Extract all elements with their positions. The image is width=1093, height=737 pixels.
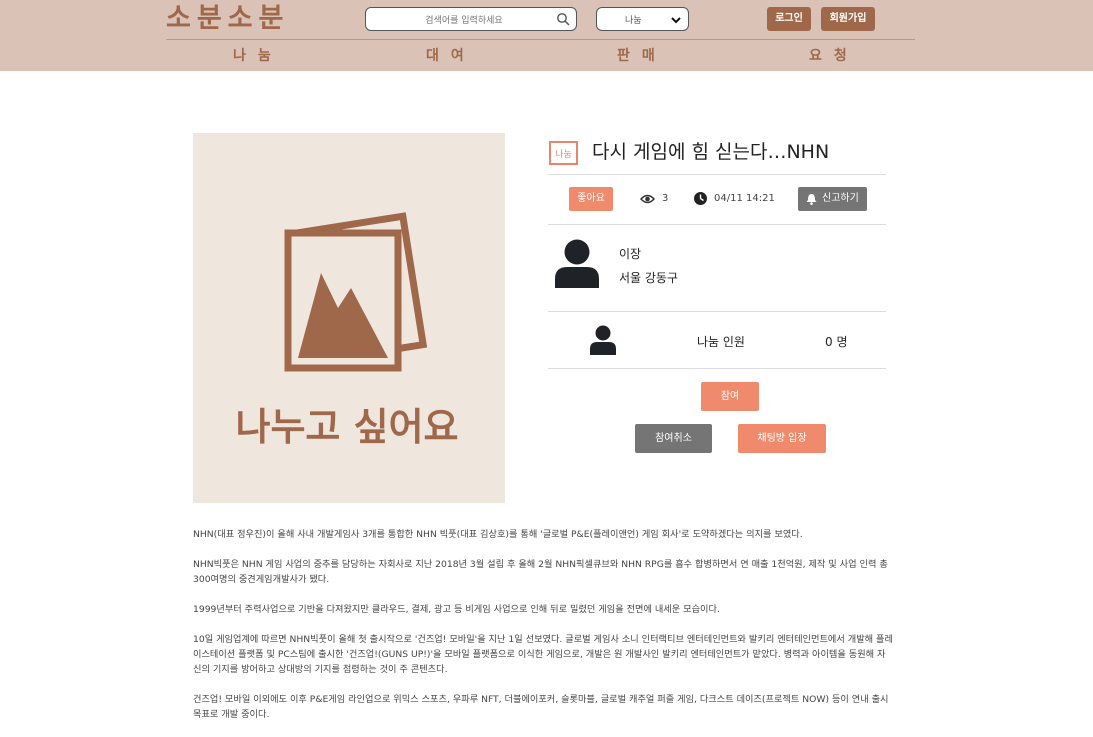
body-paragraph: 10일 게임업계에 따르면 NHN빅풋이 올해 첫 출시작으로 '건즈업! 모바… bbox=[193, 634, 893, 675]
report-button[interactable]: 신고하기 bbox=[798, 187, 867, 211]
divider bbox=[548, 311, 886, 312]
join-button[interactable]: 참여 bbox=[701, 382, 759, 411]
image-caption: 나누고 싶어요 bbox=[236, 405, 459, 449]
user-avatar-icon bbox=[555, 239, 599, 288]
nav-request[interactable]: 요청 bbox=[809, 45, 859, 65]
chevron-down-icon bbox=[671, 17, 681, 24]
bell-icon bbox=[806, 194, 817, 205]
search-input[interactable] bbox=[372, 9, 556, 33]
login-button[interactable]: 로그인 bbox=[767, 7, 811, 31]
body-paragraph: 건즈업! 모바일 이외에도 이후 P&E게임 라인업으로 위믹스 스포츠, 우파… bbox=[193, 694, 889, 720]
enter-chat-button[interactable]: 채팅방 입장 bbox=[738, 424, 826, 453]
share-people-count: 0 명 bbox=[825, 335, 848, 349]
author-location: 서울 강동구 bbox=[619, 271, 679, 285]
divider bbox=[548, 368, 886, 369]
like-button[interactable]: 좋아요 bbox=[569, 187, 613, 211]
nav-rent[interactable]: 대여 bbox=[426, 45, 476, 65]
body-paragraph: NHN빅풋은 NHN 게임 사업의 중추를 담당하는 자회사로 지난 2018년… bbox=[193, 559, 888, 585]
post-datetime: 04/11 14:21 bbox=[714, 193, 775, 204]
category-select-value: 나눔 bbox=[625, 16, 642, 26]
body-paragraph: 1999년부터 주력사업으로 기반을 다져왔지만 클라우드, 결제, 광고 등 … bbox=[193, 604, 720, 615]
carousel-indicator[interactable] bbox=[317, 499, 405, 514]
category-select[interactable]: 나눔 bbox=[596, 7, 689, 31]
search-box[interactable] bbox=[365, 7, 577, 33]
clock-icon bbox=[694, 192, 707, 205]
nav-share[interactable]: 나눔 bbox=[233, 45, 283, 65]
site-logo[interactable]: 소분소분 bbox=[166, 2, 289, 36]
cancel-join-button[interactable]: 참여취소 bbox=[635, 424, 712, 453]
nav-sell[interactable]: 판매 bbox=[617, 45, 667, 65]
top-header: 소분소분 나눔 로그인 회원가입 나눔 대여 판매 요청 bbox=[0, 0, 1093, 71]
body-paragraph: NHN(대표 정우진)이 올해 사내 개발게임사 3개를 통합한 NHN 빅풋(… bbox=[193, 529, 803, 540]
author-name: 이장 bbox=[619, 247, 642, 261]
divider bbox=[548, 224, 886, 225]
divider bbox=[548, 174, 886, 175]
category-badge: 나눔 bbox=[549, 141, 578, 165]
report-label: 신고하기 bbox=[822, 193, 859, 204]
search-icon[interactable] bbox=[556, 12, 570, 26]
signup-button[interactable]: 회원가입 bbox=[821, 7, 875, 31]
participants-icon bbox=[590, 325, 616, 355]
post-title: 다시 게임에 힘 싣는다…NHN bbox=[592, 141, 830, 163]
share-people-label: 나눔 인원 bbox=[697, 335, 745, 349]
view-count: 3 bbox=[662, 193, 669, 204]
header-divider bbox=[166, 39, 915, 40]
eye-icon bbox=[640, 194, 655, 204]
gallery-illustration: 나누고 싶어요 bbox=[236, 212, 459, 449]
post-body: NHN(대표 정우진)이 올해 사내 개발게임사 3개를 통합한 NHN 빅풋(… bbox=[193, 527, 893, 737]
post-image: 나누고 싶어요 bbox=[193, 133, 505, 514]
